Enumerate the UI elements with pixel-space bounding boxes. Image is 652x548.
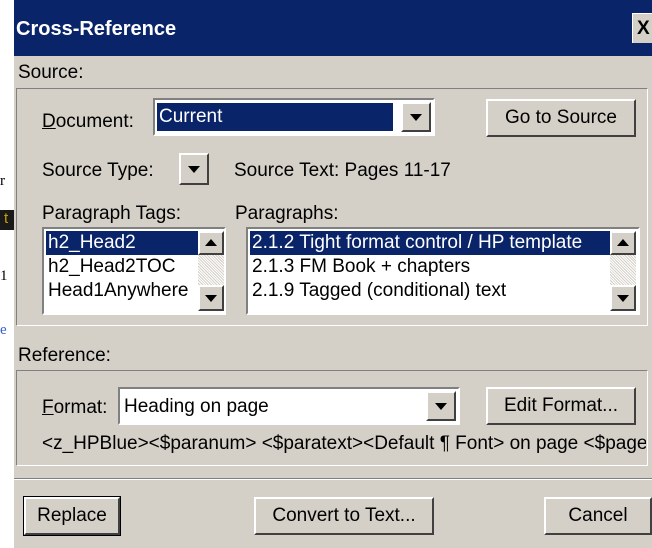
go-to-source-label: Go to Source — [505, 107, 617, 128]
cross-reference-dialog: Cross-Reference X Source: Document: Curr… — [14, 0, 652, 548]
scroll-down-arrow-icon[interactable] — [610, 285, 636, 311]
document-value: Current — [157, 103, 393, 131]
source-section-label: Source: — [18, 62, 84, 83]
background-fragment: e — [0, 322, 7, 338]
convert-label: Convert to Text... — [272, 505, 416, 526]
document-dropdown[interactable]: Current — [153, 98, 435, 136]
scroll-down-arrow-icon[interactable] — [198, 285, 224, 311]
background-fragment: 1 — [0, 268, 8, 284]
go-to-source-button[interactable]: Go to Source — [486, 99, 636, 137]
replace-button[interactable]: Replace — [23, 496, 121, 536]
format-definition: <z_HPBlue><$paranum> <$paratext><Default… — [42, 433, 646, 454]
list-item[interactable]: h2_Head2 — [46, 231, 198, 255]
cancel-button[interactable]: Cancel — [544, 497, 652, 535]
source-text: Source Text: Pages 11-17 — [234, 160, 451, 181]
list-item[interactable]: 2.1.2 Tight format control / HP template — [250, 231, 610, 255]
close-icon[interactable]: X — [632, 13, 652, 43]
list-item[interactable]: 2.1.3 FM Book + chapters — [250, 255, 610, 279]
edit-format-label: Edit Format... — [503, 395, 619, 416]
paragraphs-label: Paragraphs: — [235, 203, 339, 224]
title-bar: Cross-Reference X — [14, 0, 652, 56]
scroll-up-arrow-icon[interactable] — [198, 231, 224, 255]
cancel-label: Cancel — [568, 505, 628, 526]
dropdown-arrow-icon[interactable] — [401, 102, 431, 132]
replace-label: Replace — [37, 505, 107, 526]
background-fragment: r — [0, 173, 5, 189]
dropdown-arrow-icon[interactable] — [426, 391, 456, 421]
document-label: Document: — [42, 111, 134, 132]
paragraphs-list[interactable]: 2.1.2 Tight format control / HP template… — [246, 227, 640, 315]
reference-section-label: Reference: — [18, 345, 111, 366]
format-value: Heading on page — [124, 396, 269, 417]
background-dark-block: t — [0, 210, 14, 230]
source-type-label: Source Type: — [42, 160, 154, 181]
paragraph-tags-list[interactable]: h2_Head2 h2_Head2TOC Head1Anywhere — [42, 227, 226, 315]
convert-to-text-button[interactable]: Convert to Text... — [254, 497, 434, 535]
scroll-up-arrow-icon[interactable] — [610, 231, 636, 255]
divider — [14, 478, 652, 480]
source-type-dropdown-icon[interactable] — [179, 153, 209, 185]
scrollbar-track[interactable] — [610, 255, 636, 285]
edit-format-button[interactable]: Edit Format... — [486, 387, 636, 425]
list-item[interactable]: h2_Head2TOC — [46, 255, 198, 279]
paragraph-tags-label: Paragraph Tags: — [42, 203, 182, 224]
scrollbar-track[interactable] — [198, 255, 224, 285]
format-dropdown[interactable]: Heading on page — [118, 387, 460, 425]
dialog-title: Cross-Reference — [16, 18, 177, 40]
list-item[interactable]: Head1Anywhere — [46, 279, 198, 303]
list-item[interactable]: 2.1.9 Tagged (conditional) text — [250, 279, 610, 303]
format-label: Format: — [42, 397, 108, 418]
